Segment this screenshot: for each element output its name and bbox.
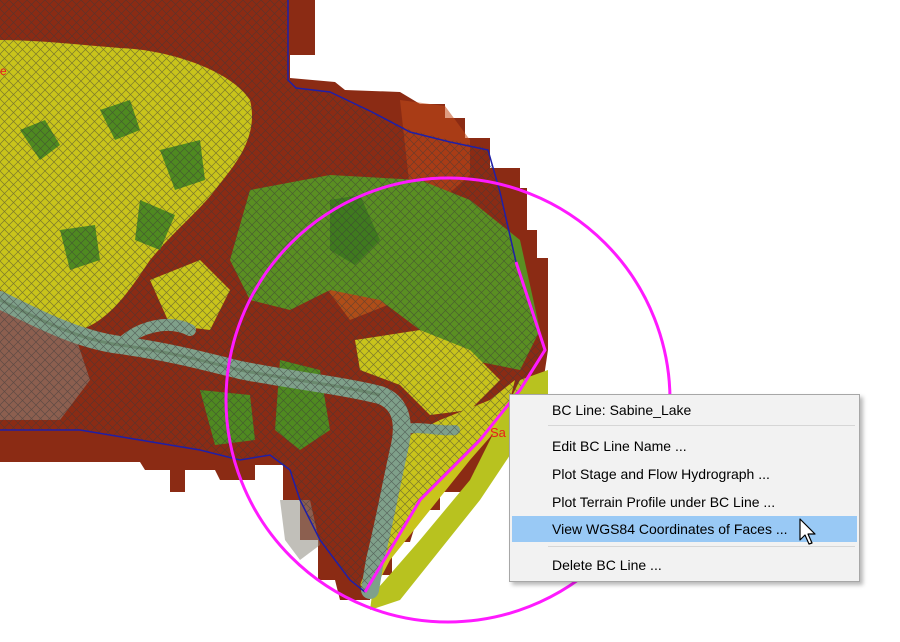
menu-separator xyxy=(548,546,855,547)
context-menu: BC Line: Sabine_Lake Edit BC Line Name .… xyxy=(509,394,860,582)
menu-header-bc-line[interactable]: BC Line: Sabine_Lake xyxy=(512,397,857,423)
menu-item-edit-name[interactable]: Edit BC Line Name ... xyxy=(512,433,857,459)
edge-marker: e xyxy=(0,64,7,78)
menu-item-plot-stage-flow[interactable]: Plot Stage and Flow Hydrograph ... xyxy=(512,461,857,487)
menu-separator xyxy=(548,425,855,426)
menu-item-delete-bc-line[interactable]: Delete BC Line ... xyxy=(512,552,857,578)
menu-item-plot-terrain-profile[interactable]: Plot Terrain Profile under BC Line ... xyxy=(512,489,857,515)
computational-mesh xyxy=(0,0,545,592)
menu-item-view-wgs84-coordinates[interactable]: View WGS84 Coordinates of Faces ... xyxy=(512,516,857,542)
bc-line-label: Sa xyxy=(490,425,507,440)
